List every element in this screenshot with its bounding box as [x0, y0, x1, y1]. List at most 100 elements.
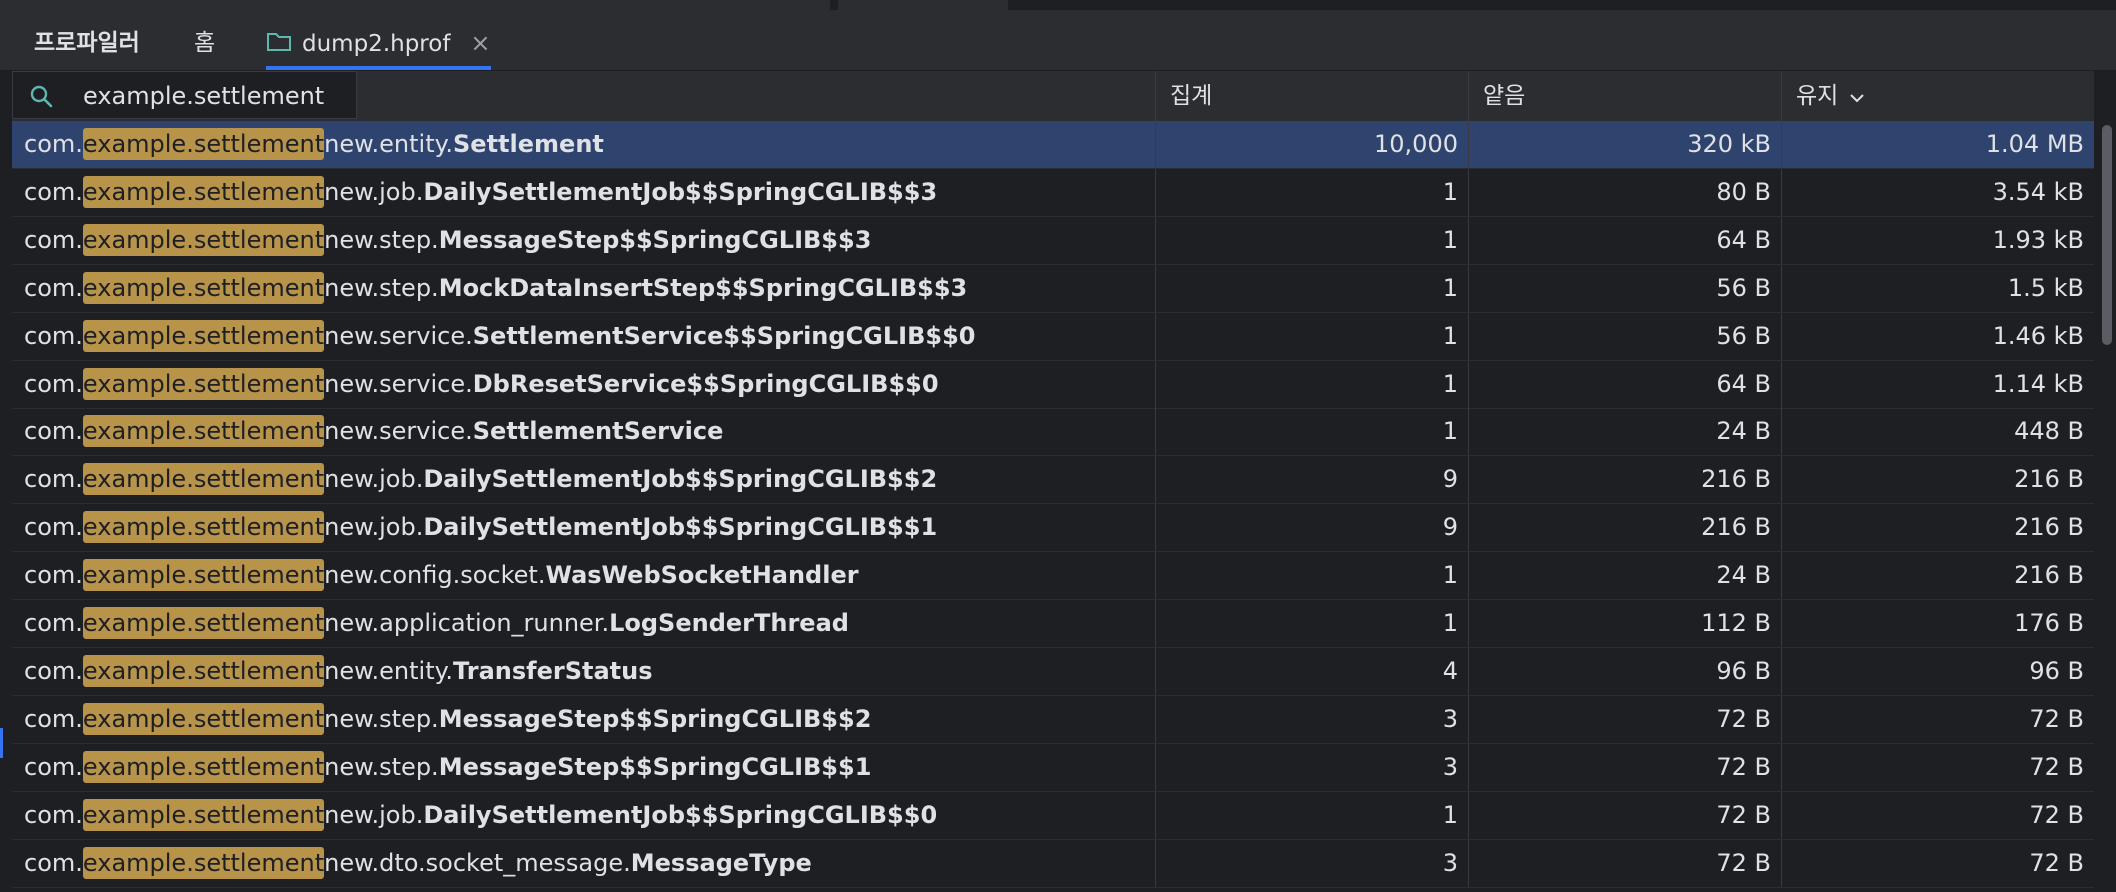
package-path: new.service.: [324, 369, 473, 398]
scrollbar-thumb[interactable]: [2102, 125, 2112, 345]
shallow-size-cell: 24 B: [1468, 552, 1781, 600]
close-icon[interactable]: ×: [470, 18, 490, 68]
table-row[interactable]: com.example.settlementnew.step.MessageSt…: [12, 743, 2094, 792]
retained-size-cell: 1.46 kB: [1781, 312, 2094, 360]
package-path: new.job.: [324, 465, 424, 494]
class-name: TransferStatus: [453, 656, 653, 685]
column-header-shallow[interactable]: 얕음: [1468, 71, 1781, 121]
class-name-cell: com.example.settlementnew.entity.Settlem…: [12, 121, 1155, 168]
class-name-cell: com.example.settlementnew.dto.socket_mes…: [12, 840, 1155, 887]
table-row[interactable]: com.example.settlementnew.service.Settle…: [12, 408, 2094, 457]
retained-size-cell: 3.54 kB: [1781, 168, 2094, 216]
class-name: DailySettlementJob$$SpringCGLIB$$2: [423, 465, 938, 494]
class-name-cell: com.example.settlementnew.step.MessageSt…: [12, 217, 1155, 264]
table-row[interactable]: com.example.settlementnew.job.DailySettl…: [12, 504, 2094, 553]
column-header-count[interactable]: 집계: [1155, 71, 1468, 121]
table-row[interactable]: com.example.settlementnew.step.MessageSt…: [12, 695, 2094, 744]
count-cell: 1: [1155, 552, 1468, 600]
package-prefix: com.: [24, 225, 83, 254]
table-row[interactable]: com.example.settlementnew.job.DailySettl…: [12, 168, 2094, 217]
search-match-highlight: example.settlement: [82, 319, 325, 352]
table-row[interactable]: com.example.settlementnew.step.MessageSt…: [12, 216, 2094, 265]
class-name-cell: com.example.settlementnew.entity.Transfe…: [12, 648, 1155, 695]
tab-bar: 프로파일러 홈 dump2.hprof ×: [0, 0, 2116, 71]
package-path: new.step.: [324, 273, 439, 302]
tab-dump2-hprof[interactable]: dump2.hprof ×: [266, 18, 491, 70]
count-cell: 1: [1155, 312, 1468, 360]
class-name: DailySettlementJob$$SpringCGLIB$$1: [423, 513, 938, 542]
top-strip-segment: [838, 0, 1008, 10]
package-path: new.entity.: [324, 656, 454, 685]
retained-size-cell: 72 B: [1781, 839, 2094, 887]
search-field[interactable]: example.settlement: [12, 71, 357, 119]
package-path: new.job.: [324, 800, 424, 829]
shallow-size-cell: 64 B: [1468, 216, 1781, 264]
search-match-highlight: example.settlement: [82, 750, 325, 783]
package-path: new.service.: [324, 417, 473, 446]
column-header-label: 얕음: [1483, 83, 1526, 109]
shallow-size-cell: 72 B: [1468, 743, 1781, 791]
tab-label: 프로파일러: [34, 30, 140, 56]
count-cell: 1: [1155, 168, 1468, 216]
search-match-highlight: example.settlement: [82, 463, 325, 496]
class-name: SettlementService: [472, 417, 724, 446]
profiler-window: 프로파일러 홈 dump2.hprof × example.settlement…: [0, 0, 2116, 892]
table-row[interactable]: com.example.settlementnew.entity.Settlem…: [12, 121, 2094, 169]
shallow-size-cell: 56 B: [1468, 312, 1781, 360]
class-name: SettlementService$$SpringCGLIB$$0: [472, 321, 976, 350]
retained-size-cell: 1.93 kB: [1781, 216, 2094, 264]
column-header-retained[interactable]: 유지: [1781, 71, 2094, 121]
table-row[interactable]: com.example.settlementnew.config.socket.…: [12, 552, 2094, 601]
retained-size-cell: 72 B: [1781, 791, 2094, 839]
class-name-cell: com.example.settlementnew.service.DbRese…: [12, 361, 1155, 408]
class-name-cell: com.example.settlementnew.job.DailySettl…: [12, 456, 1155, 503]
package-path: new.dto.socket_message.: [324, 848, 631, 877]
count-cell: 1: [1155, 408, 1468, 456]
retained-size-cell: 72 B: [1781, 695, 2094, 743]
count-cell: 4: [1155, 647, 1468, 695]
shallow-size-cell: 56 B: [1468, 264, 1781, 312]
tab-home[interactable]: 홈: [194, 18, 215, 68]
table-row[interactable]: com.example.settlementnew.application_ru…: [12, 600, 2094, 648]
class-name: LogSenderThread: [609, 609, 849, 637]
count-cell: 10,000: [1155, 121, 1468, 168]
table-row[interactable]: com.example.settlementnew.entity.Transfe…: [12, 647, 2094, 696]
search-match-highlight: example.settlement: [82, 511, 325, 544]
package-prefix: com.: [24, 417, 83, 446]
table-row[interactable]: com.example.settlementnew.job.DailySettl…: [12, 456, 2094, 505]
shallow-size-cell: 64 B: [1468, 360, 1781, 408]
table-row[interactable]: com.example.settlementnew.service.Settle…: [12, 312, 2094, 361]
chevron-down-icon[interactable]: [1848, 72, 1866, 122]
class-name-cell: com.example.settlementnew.step.MockDataI…: [12, 265, 1155, 312]
tab-label: 홈: [194, 30, 216, 56]
folder-icon: [266, 20, 292, 70]
search-input[interactable]: example.settlement: [83, 72, 324, 120]
search-match-highlight: example.settlement: [82, 128, 325, 160]
table-row[interactable]: com.example.settlementnew.job.DailySettl…: [12, 791, 2094, 840]
package-prefix: com.: [24, 177, 83, 206]
table-row[interactable]: com.example.settlementnew.step.MockDataI…: [12, 264, 2094, 313]
class-name: MockDataInsertStep$$SpringCGLIB$$3: [438, 273, 968, 302]
search-match-highlight: example.settlement: [82, 559, 325, 592]
package-prefix: com.: [24, 513, 83, 542]
shallow-size-cell: 72 B: [1468, 695, 1781, 743]
count-cell: 1: [1155, 216, 1468, 264]
package-prefix: com.: [24, 130, 83, 158]
package-path: new.step.: [324, 225, 439, 254]
table-row[interactable]: com.example.settlementnew.service.DbRese…: [12, 360, 2094, 409]
package-path: new.config.socket.: [324, 561, 546, 590]
class-name: MessageStep$$SpringCGLIB$$1: [438, 752, 872, 781]
column-header-label: 집계: [1170, 83, 1213, 109]
top-strip-segment: [0, 0, 830, 10]
tab-profiler[interactable]: 프로파일러: [34, 18, 140, 68]
vertical-scrollbar[interactable]: [2100, 121, 2114, 892]
search-match-highlight: example.settlement: [82, 702, 325, 735]
package-prefix: com.: [24, 561, 83, 590]
class-name: DbResetService$$SpringCGLIB$$0: [472, 369, 939, 398]
table-row[interactable]: com.example.settlementnew.dto.socket_mes…: [12, 839, 2094, 888]
shallow-size-cell: 24 B: [1468, 408, 1781, 456]
count-cell: 1: [1155, 791, 1468, 839]
class-name-cell: com.example.settlementnew.step.MessageSt…: [12, 696, 1155, 743]
shallow-size-cell: 72 B: [1468, 791, 1781, 839]
column-header-label: 유지: [1796, 83, 1839, 109]
